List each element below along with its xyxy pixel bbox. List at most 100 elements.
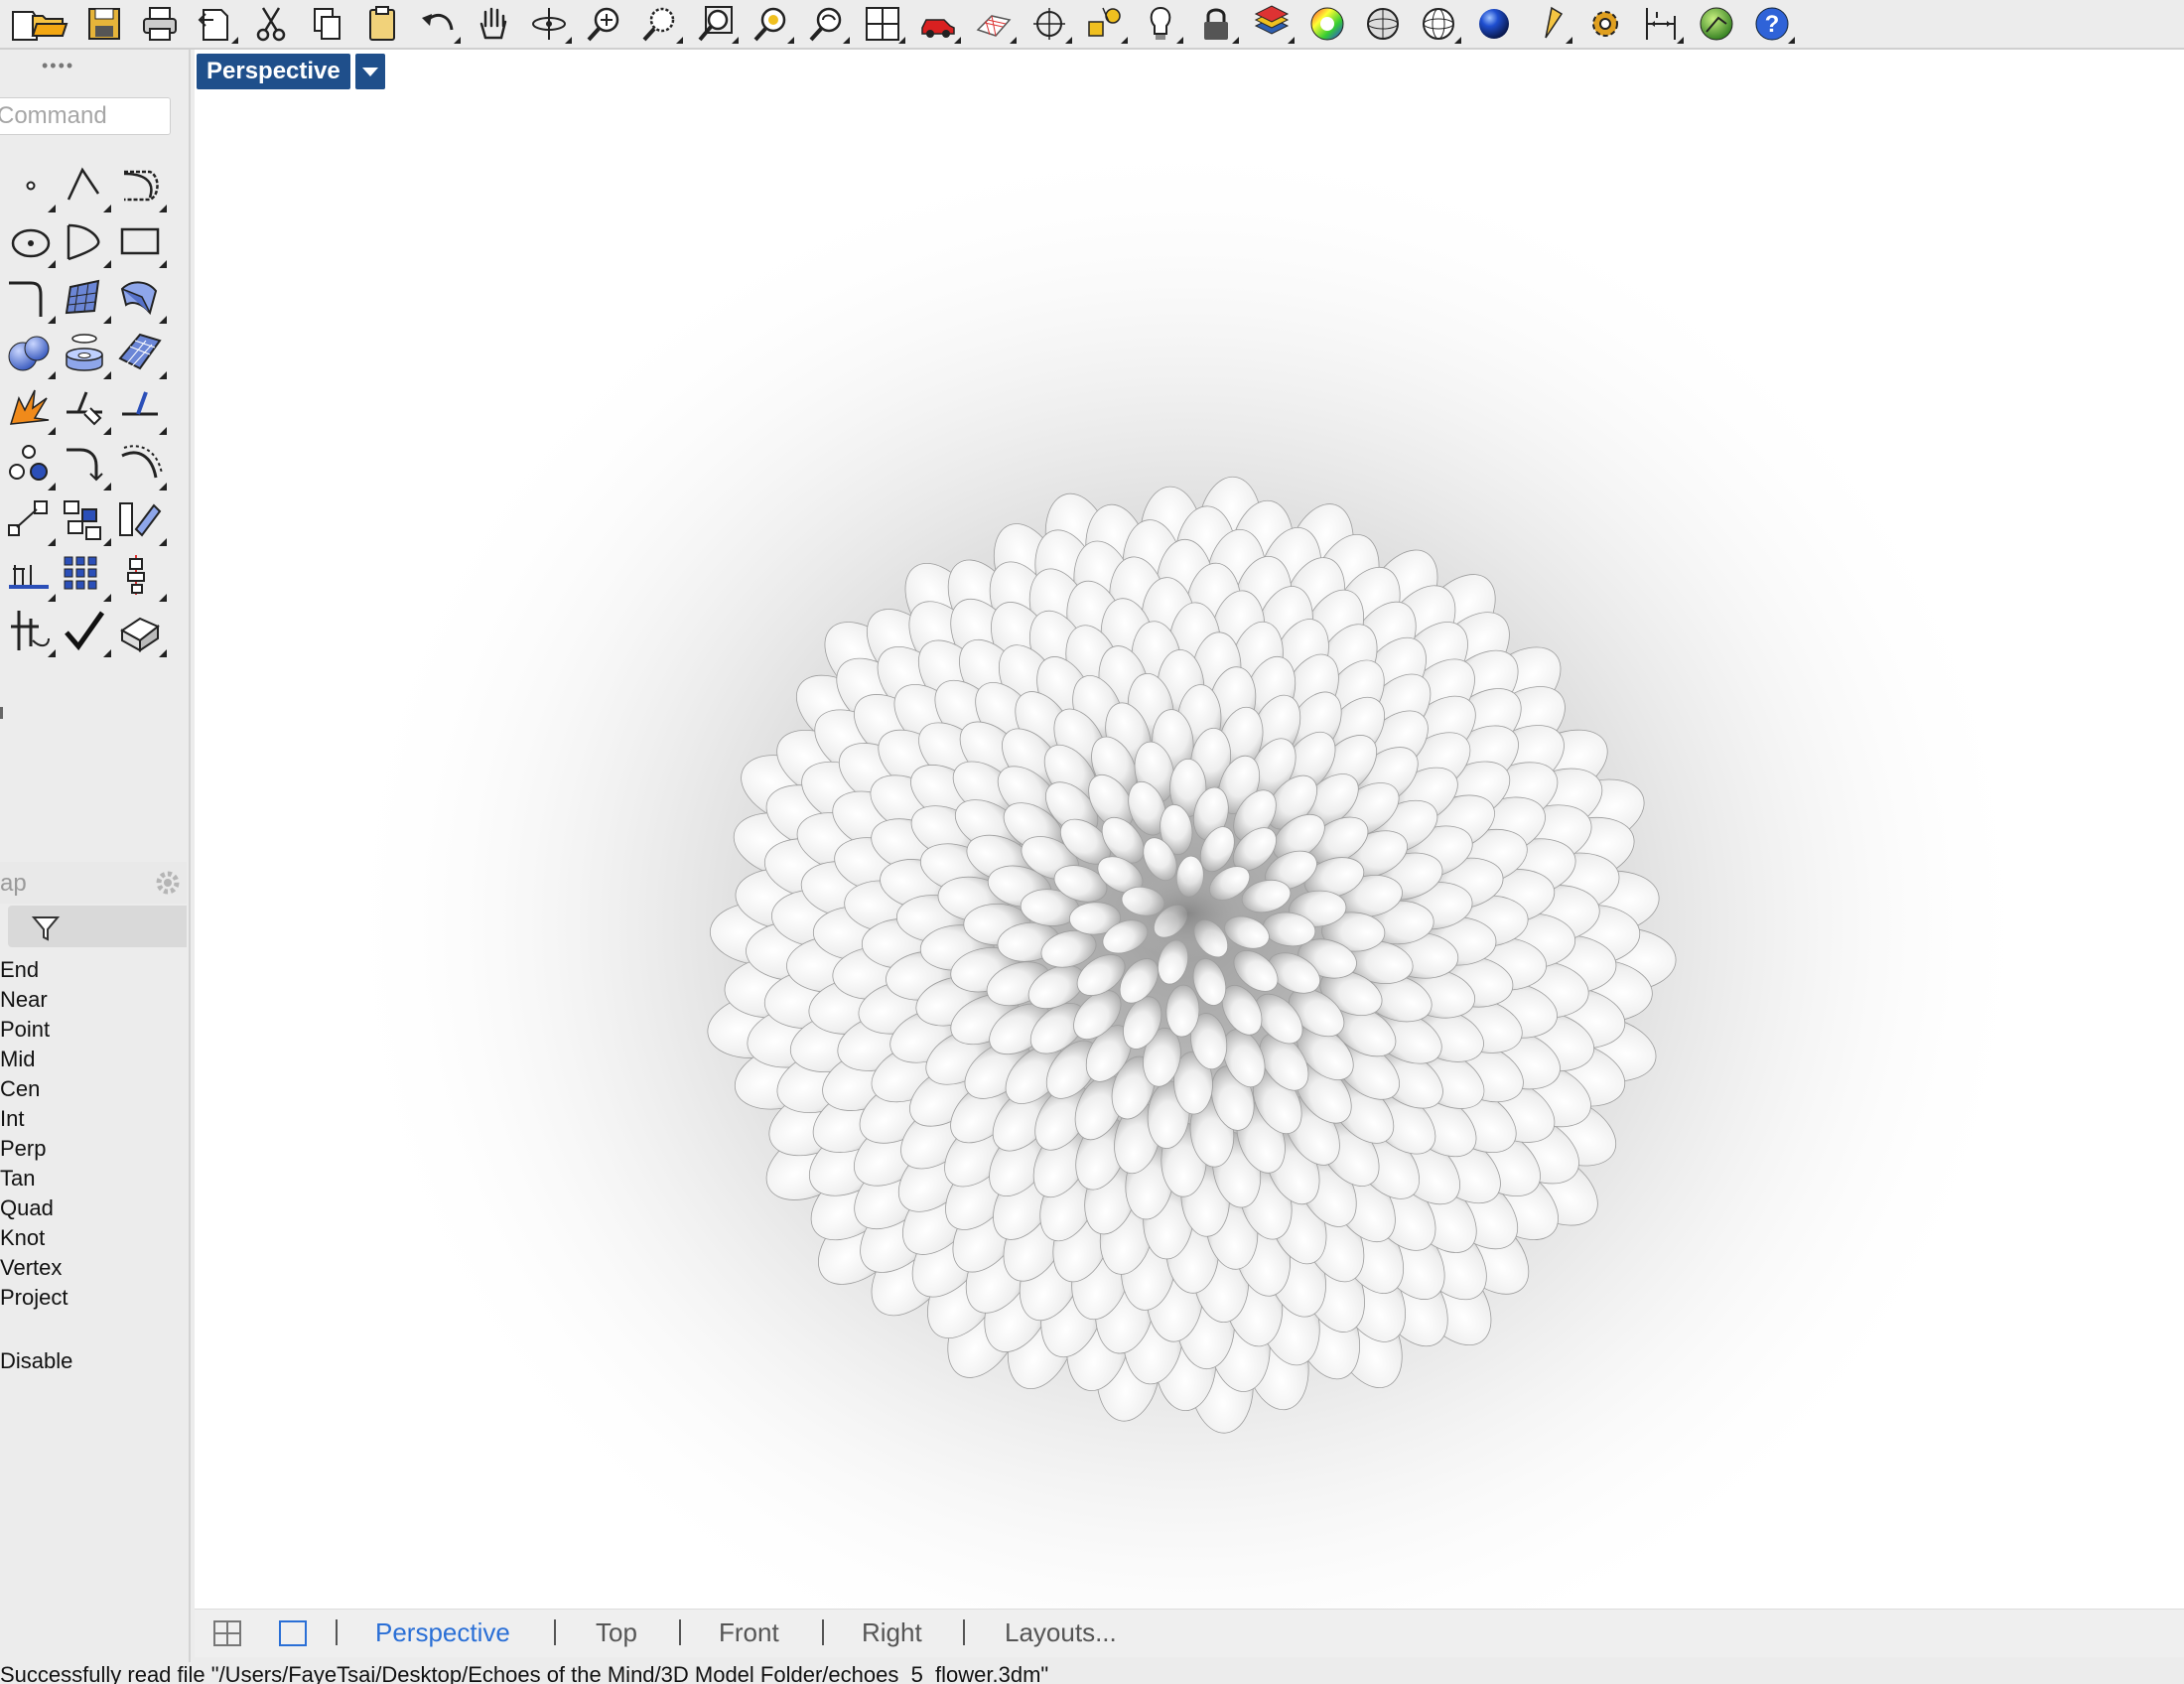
tab-separator	[963, 1619, 965, 1645]
osnap-item-int[interactable]: Int	[0, 1104, 68, 1134]
color-wheel-icon[interactable]	[1302, 2, 1352, 46]
rotate-view-icon[interactable]	[524, 2, 574, 46]
tab-separator	[679, 1619, 681, 1645]
flower-3d-model[interactable]	[195, 50, 2184, 1609]
split-icon[interactable]	[113, 381, 167, 435]
status-message: Successfully read file "/Users/FayeTsai/…	[0, 1662, 1049, 1684]
cut-icon[interactable]	[246, 2, 296, 46]
explode-icon[interactable]	[2, 381, 56, 435]
tab-right[interactable]: Right	[862, 1617, 922, 1648]
cylinder-solid-icon[interactable]	[58, 326, 111, 379]
layers-icon[interactable]	[1247, 2, 1297, 46]
osnap-item-perp[interactable]: Perp	[0, 1134, 68, 1164]
array-icon[interactable]	[58, 492, 111, 546]
zoom-dynamic-icon[interactable]	[580, 2, 629, 46]
chevron-down-icon	[362, 67, 378, 76]
four-viewports-icon[interactable]	[212, 1619, 242, 1647]
undo-icon[interactable]	[413, 2, 463, 46]
tab-separator	[822, 1619, 824, 1645]
grid-array-icon[interactable]	[58, 548, 111, 602]
surface-mesh-icon[interactable]	[113, 326, 167, 379]
grasshopper-icon[interactable]	[1692, 2, 1741, 46]
rectangle-icon[interactable]	[113, 214, 167, 268]
perspective-viewport[interactable]: Perspective	[195, 50, 2184, 1609]
help-icon[interactable]: ?	[1747, 2, 1797, 46]
paste-icon[interactable]	[357, 2, 407, 46]
extrude-surface-icon[interactable]	[113, 270, 167, 324]
wireframe-sphere-icon[interactable]	[1414, 2, 1463, 46]
viewport-layout-icon[interactable]	[858, 2, 907, 46]
zoom-selected-icon[interactable]	[747, 2, 796, 46]
tab-separator	[554, 1619, 556, 1645]
viewport-title-button[interactable]: Perspective	[197, 54, 350, 89]
curve-icon[interactable]	[113, 159, 167, 212]
osnap-panel-title: ap	[0, 870, 27, 897]
transform-icon[interactable]	[2, 604, 56, 657]
arc-icon[interactable]	[58, 214, 111, 268]
panel-grip-handle[interactable]: ••••	[42, 56, 74, 76]
osnap-item-cen[interactable]: Cen	[0, 1074, 68, 1104]
command-input[interactable]	[0, 97, 171, 135]
osnap-list: End Near Point Mid Cen Int Perp Tan Quad…	[0, 955, 68, 1313]
osnap-disable[interactable]: Disable	[0, 1348, 72, 1374]
light-cone-icon[interactable]	[1525, 2, 1574, 46]
osnap-item-vertex[interactable]: Vertex	[0, 1253, 68, 1283]
hide-lightbulb-icon[interactable]	[1136, 2, 1185, 46]
osnap-item-point[interactable]: Point	[0, 1015, 68, 1045]
offset-icon[interactable]	[113, 437, 167, 491]
main-toolbar: ?	[0, 0, 2184, 50]
svg-text:?: ?	[1765, 11, 1780, 38]
tab-perspective[interactable]: Perspective	[375, 1617, 510, 1648]
filter-icon[interactable]	[30, 912, 62, 943]
boolean-union-icon[interactable]	[2, 326, 56, 379]
mirror-icon[interactable]	[113, 492, 167, 546]
osnap-item-quad[interactable]: Quad	[0, 1193, 68, 1223]
undo-view-icon[interactable]	[802, 2, 852, 46]
circle-icon[interactable]	[2, 214, 56, 268]
gear-icon[interactable]	[153, 868, 183, 898]
open-folder-icon[interactable]	[24, 2, 73, 46]
osnap-item-near[interactable]: Near	[0, 985, 68, 1015]
zoom-extents-icon[interactable]	[691, 2, 741, 46]
osnap-item-knot[interactable]: Knot	[0, 1223, 68, 1253]
dimension-tool-icon[interactable]	[2, 548, 56, 602]
single-viewport-icon[interactable]	[278, 1619, 308, 1647]
shaded-sphere-icon[interactable]	[1358, 2, 1408, 46]
osnap-item-mid[interactable]: Mid	[0, 1045, 68, 1074]
osnap-item-end[interactable]: End	[0, 955, 68, 985]
polyline-icon[interactable]	[58, 159, 111, 212]
named-views-car-icon[interactable]	[913, 2, 963, 46]
fillet-edge-icon[interactable]	[58, 437, 111, 491]
scale-icon[interactable]	[2, 492, 56, 546]
surface-corner-icon[interactable]	[58, 270, 111, 324]
left-panel: •••• Command ap End Near Point Mid Cen I…	[0, 50, 191, 1662]
group-icon[interactable]	[2, 437, 56, 491]
point-icon[interactable]	[2, 159, 56, 212]
options-gear-icon[interactable]	[1580, 2, 1630, 46]
copy-icon[interactable]	[302, 2, 351, 46]
zoom-window-icon[interactable]	[635, 2, 685, 46]
trim-icon[interactable]	[58, 381, 111, 435]
construction-plane-icon[interactable]	[969, 2, 1019, 46]
align-icon[interactable]	[113, 548, 167, 602]
tab-layouts[interactable]: Layouts...	[1005, 1617, 1117, 1648]
osnap-filter-bar	[8, 906, 187, 947]
tab-top[interactable]: Top	[596, 1617, 637, 1648]
render-sphere-icon[interactable]	[1469, 2, 1519, 46]
select-objects-icon[interactable]	[1080, 2, 1130, 46]
print-icon[interactable]	[135, 2, 185, 46]
lock-icon[interactable]	[1191, 2, 1241, 46]
pan-hand-icon[interactable]	[469, 2, 518, 46]
check-icon[interactable]	[58, 604, 111, 657]
fillet-curve-icon[interactable]	[2, 270, 56, 324]
import-icon[interactable]	[191, 2, 240, 46]
viewport-menu-button[interactable]	[355, 54, 385, 89]
tab-front[interactable]: Front	[719, 1617, 779, 1648]
dimension-icon[interactable]	[1636, 2, 1686, 46]
object-snap-icon[interactable]	[1024, 2, 1074, 46]
osnap-item-project[interactable]: Project	[0, 1283, 68, 1313]
save-icon[interactable]	[79, 2, 129, 46]
osnap-panel-header[interactable]: ap	[0, 862, 187, 904]
osnap-item-tan[interactable]: Tan	[0, 1164, 68, 1193]
solid-tools-icon[interactable]	[113, 604, 167, 657]
